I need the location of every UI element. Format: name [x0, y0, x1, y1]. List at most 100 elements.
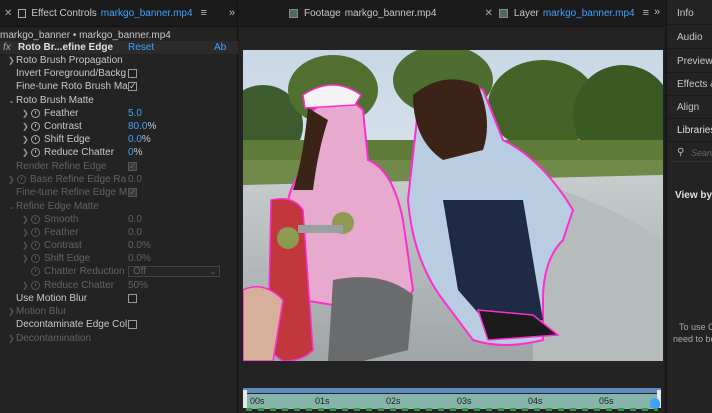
chevron-down-icon[interactable]: ⌄	[8, 200, 15, 213]
search-icon: ⚲	[677, 147, 685, 158]
fine-tune-matte-row: Fine-tune Roto Brush Ma	[0, 80, 238, 93]
fine-tune-refine-checkbox[interactable]	[128, 186, 137, 199]
fine-tune-refine-row: Fine-tune Refine Edge M	[0, 186, 238, 199]
effect-controls-tab[interactable]: ✕ Effect Controls markgo_banner.mp4 ≡	[0, 0, 211, 27]
r-reduce-value[interactable]: 50%	[128, 279, 148, 292]
footage-tab[interactable]: Footage markgo_banner.mp4	[285, 0, 440, 27]
chevron-right-icon[interactable]: ❯	[8, 332, 15, 345]
stopwatch-icon[interactable]	[17, 175, 26, 184]
video-frame[interactable]	[243, 50, 663, 361]
invert-checkbox[interactable]	[128, 69, 137, 78]
decontamination-row[interactable]: ❯ Decontamination	[0, 332, 238, 345]
contrast-value[interactable]: 80.0	[128, 121, 147, 132]
r-feather-value[interactable]: 0.0	[128, 226, 142, 239]
contrast-label: Contrast	[44, 121, 82, 132]
fx-icon[interactable]: fx	[3, 41, 11, 54]
chevron-right-icon[interactable]: ❯	[22, 213, 29, 226]
chevron-right-icon[interactable]: ❯	[22, 133, 29, 146]
r-smooth-label: Smooth	[44, 214, 79, 225]
fine-tune-matte-checkbox[interactable]	[128, 80, 137, 93]
contrast-unit: %	[147, 121, 157, 132]
chevron-right-icon[interactable]: ❯	[8, 54, 15, 67]
preview-panel-tab[interactable]: Preview	[667, 50, 712, 73]
roto-brush-matte-row[interactable]: ⌄ Roto Brush Matte	[0, 94, 238, 107]
shift-edge-value[interactable]: 0.0	[128, 134, 142, 145]
refine-edge-matte-row[interactable]: ⌄ Refine Edge Matte	[0, 200, 238, 213]
close-icon[interactable]: ✕	[4, 8, 12, 19]
stopwatch-icon[interactable]	[31, 109, 40, 118]
render-refine-edge-checkbox[interactable]	[128, 160, 137, 173]
motion-blur-row[interactable]: ❯ Motion Blur	[0, 305, 238, 318]
feather-value[interactable]: 5.0	[128, 107, 142, 120]
r-shift-value[interactable]: 0.0%	[128, 252, 151, 265]
fine-tune-matte-label: Fine-tune Roto Brush Ma	[16, 81, 128, 92]
stopwatch-icon[interactable]	[31, 281, 40, 290]
layer-tab-label: Layer	[513, 7, 539, 19]
panel-menu-icon[interactable]: ≡	[643, 7, 649, 19]
r-smooth-value[interactable]: 0.0	[128, 213, 142, 226]
r-contrast-row: ❯ Contrast 0.0%	[0, 239, 238, 252]
chevron-right-icon[interactable]: ❯	[22, 120, 29, 133]
use-motion-blur-checkbox[interactable]	[128, 294, 137, 303]
libraries-hint-line1: To use C	[679, 322, 712, 332]
timeline-ruler[interactable]	[246, 394, 658, 409]
align-panel-tab[interactable]: Align	[667, 96, 712, 119]
chevron-right-icon[interactable]: ❯	[22, 252, 29, 265]
layer-tab[interactable]: ✕ Layer markgo_banner.mp4 ≡	[480, 0, 653, 27]
effects-presets-panel-tab[interactable]: Effects &	[667, 73, 712, 96]
chevron-right-icon[interactable]: ❯	[22, 107, 29, 120]
stopwatch-icon[interactable]	[31, 241, 40, 250]
decontaminate-checkbox[interactable]	[128, 320, 137, 329]
reduce-chatter-row: ❯ Reduce Chatter 0%	[0, 146, 238, 159]
libraries-panel-tab[interactable]: Libraries	[667, 119, 712, 142]
chevron-right-icon[interactable]: ❯	[22, 146, 29, 159]
work-area-bar[interactable]	[243, 388, 661, 393]
shift-edge-label: Shift Edge	[44, 134, 91, 145]
effect-controls-panel: ✕ Effect Controls markgo_banner.mp4 ≡ » …	[0, 0, 238, 413]
roto-brush-propagation-row[interactable]: ❯ Roto Brush Propagation	[0, 54, 238, 67]
libraries-search[interactable]: ⚲ Search	[673, 146, 712, 162]
base-refine-label: Base Refine Edge Ra	[30, 174, 127, 185]
info-panel-tab[interactable]: Info	[667, 2, 712, 25]
chatter-reduction-dropdown[interactable]: Off ⌄	[128, 266, 220, 277]
close-icon[interactable]: ✕	[484, 8, 492, 19]
layer-tab-file[interactable]: markgo_banner.mp4	[543, 8, 635, 19]
chevron-down-icon[interactable]: ⌄	[8, 94, 15, 107]
roto-brush-matte-label: Roto Brush Matte	[16, 95, 94, 106]
motion-blur-label: Motion Blur	[16, 306, 67, 317]
in-point-handle[interactable]	[243, 390, 247, 408]
r-chatter-red-row: Chatter Reduction Off ⌄	[0, 265, 238, 278]
footage-tab-file: markgo_banner.mp4	[344, 7, 437, 19]
expand-panels-icon[interactable]: »	[654, 6, 660, 18]
decontamination-label: Decontamination	[16, 333, 92, 344]
stopwatch-icon[interactable]	[31, 148, 40, 157]
chevron-right-icon[interactable]: ❯	[8, 173, 15, 186]
chevron-right-icon[interactable]: ❯	[22, 226, 29, 239]
reset-button[interactable]: Reset	[128, 41, 154, 54]
stopwatch-icon[interactable]	[31, 254, 40, 263]
stopwatch-icon[interactable]	[31, 228, 40, 237]
audio-panel-tab[interactable]: Audio	[667, 26, 712, 49]
chevron-right-icon[interactable]: ❯	[8, 305, 15, 318]
stopwatch-icon[interactable]	[31, 122, 40, 131]
base-refine-value[interactable]: 0.0	[128, 173, 142, 186]
stopwatch-icon[interactable]	[31, 215, 40, 224]
r-contrast-value[interactable]: 0.0%	[128, 239, 151, 252]
chevron-right-icon[interactable]: ❯	[22, 279, 29, 292]
r-reduce-row: ❯ Reduce Chatter 50%	[0, 279, 238, 292]
timeline-tick: 01s	[315, 396, 330, 406]
stopwatch-icon[interactable]	[31, 267, 40, 276]
chevron-right-icon[interactable]: ❯	[22, 239, 29, 252]
propagation-indicator	[246, 408, 658, 411]
playhead[interactable]	[650, 398, 660, 408]
timeline-tick: 02s	[386, 396, 401, 406]
lock-icon[interactable]	[18, 8, 27, 18]
effect-header[interactable]: fx Roto Br...efine Edge Reset Ab	[0, 41, 238, 54]
expand-panels-icon[interactable]: »	[229, 7, 235, 19]
about-button[interactable]: Ab	[214, 41, 226, 54]
view-by-dropdown[interactable]: View by T	[675, 190, 712, 201]
effect-controls-tab-file[interactable]: markgo_banner.mp4	[101, 8, 193, 19]
search-input[interactable]: Search	[691, 148, 712, 158]
stopwatch-icon[interactable]	[31, 135, 40, 144]
panel-menu-icon[interactable]: ≡	[201, 7, 207, 19]
